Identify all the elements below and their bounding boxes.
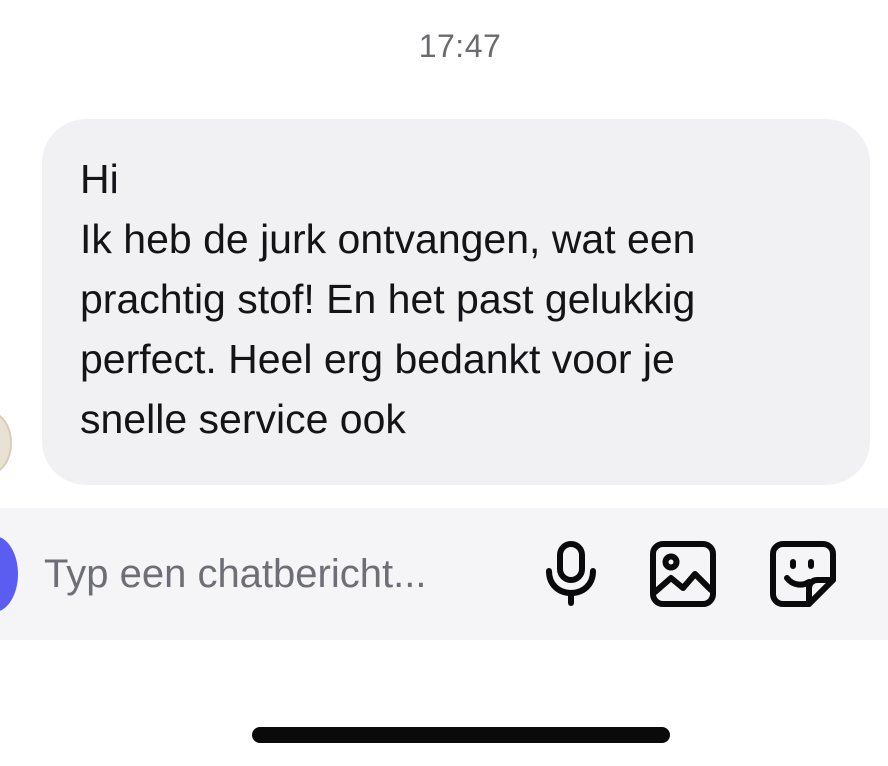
sticker-icon (770, 541, 836, 607)
chat-screen: 17:47 Hi Ik heb de jurk ontvangen, wat e… (0, 0, 888, 766)
image-button[interactable] (648, 538, 718, 610)
home-indicator[interactable] (252, 727, 670, 743)
message-composer: Typ een chatbericht... (0, 508, 888, 640)
attach-button[interactable] (0, 536, 18, 612)
avatar[interactable] (0, 412, 12, 474)
microphone-icon (546, 541, 596, 606)
message-text: Hi Ik heb de jurk ontvangen, wat een pra… (80, 156, 696, 442)
sticker-button[interactable] (768, 538, 838, 610)
voice-message-button[interactable] (536, 538, 606, 610)
message-timestamp: 17:47 (418, 28, 502, 64)
chat-message-input[interactable]: Typ een chatbericht... (44, 544, 426, 604)
incoming-message-bubble[interactable]: Hi Ik heb de jurk ontvangen, wat een pra… (42, 119, 870, 485)
image-icon (650, 541, 716, 607)
